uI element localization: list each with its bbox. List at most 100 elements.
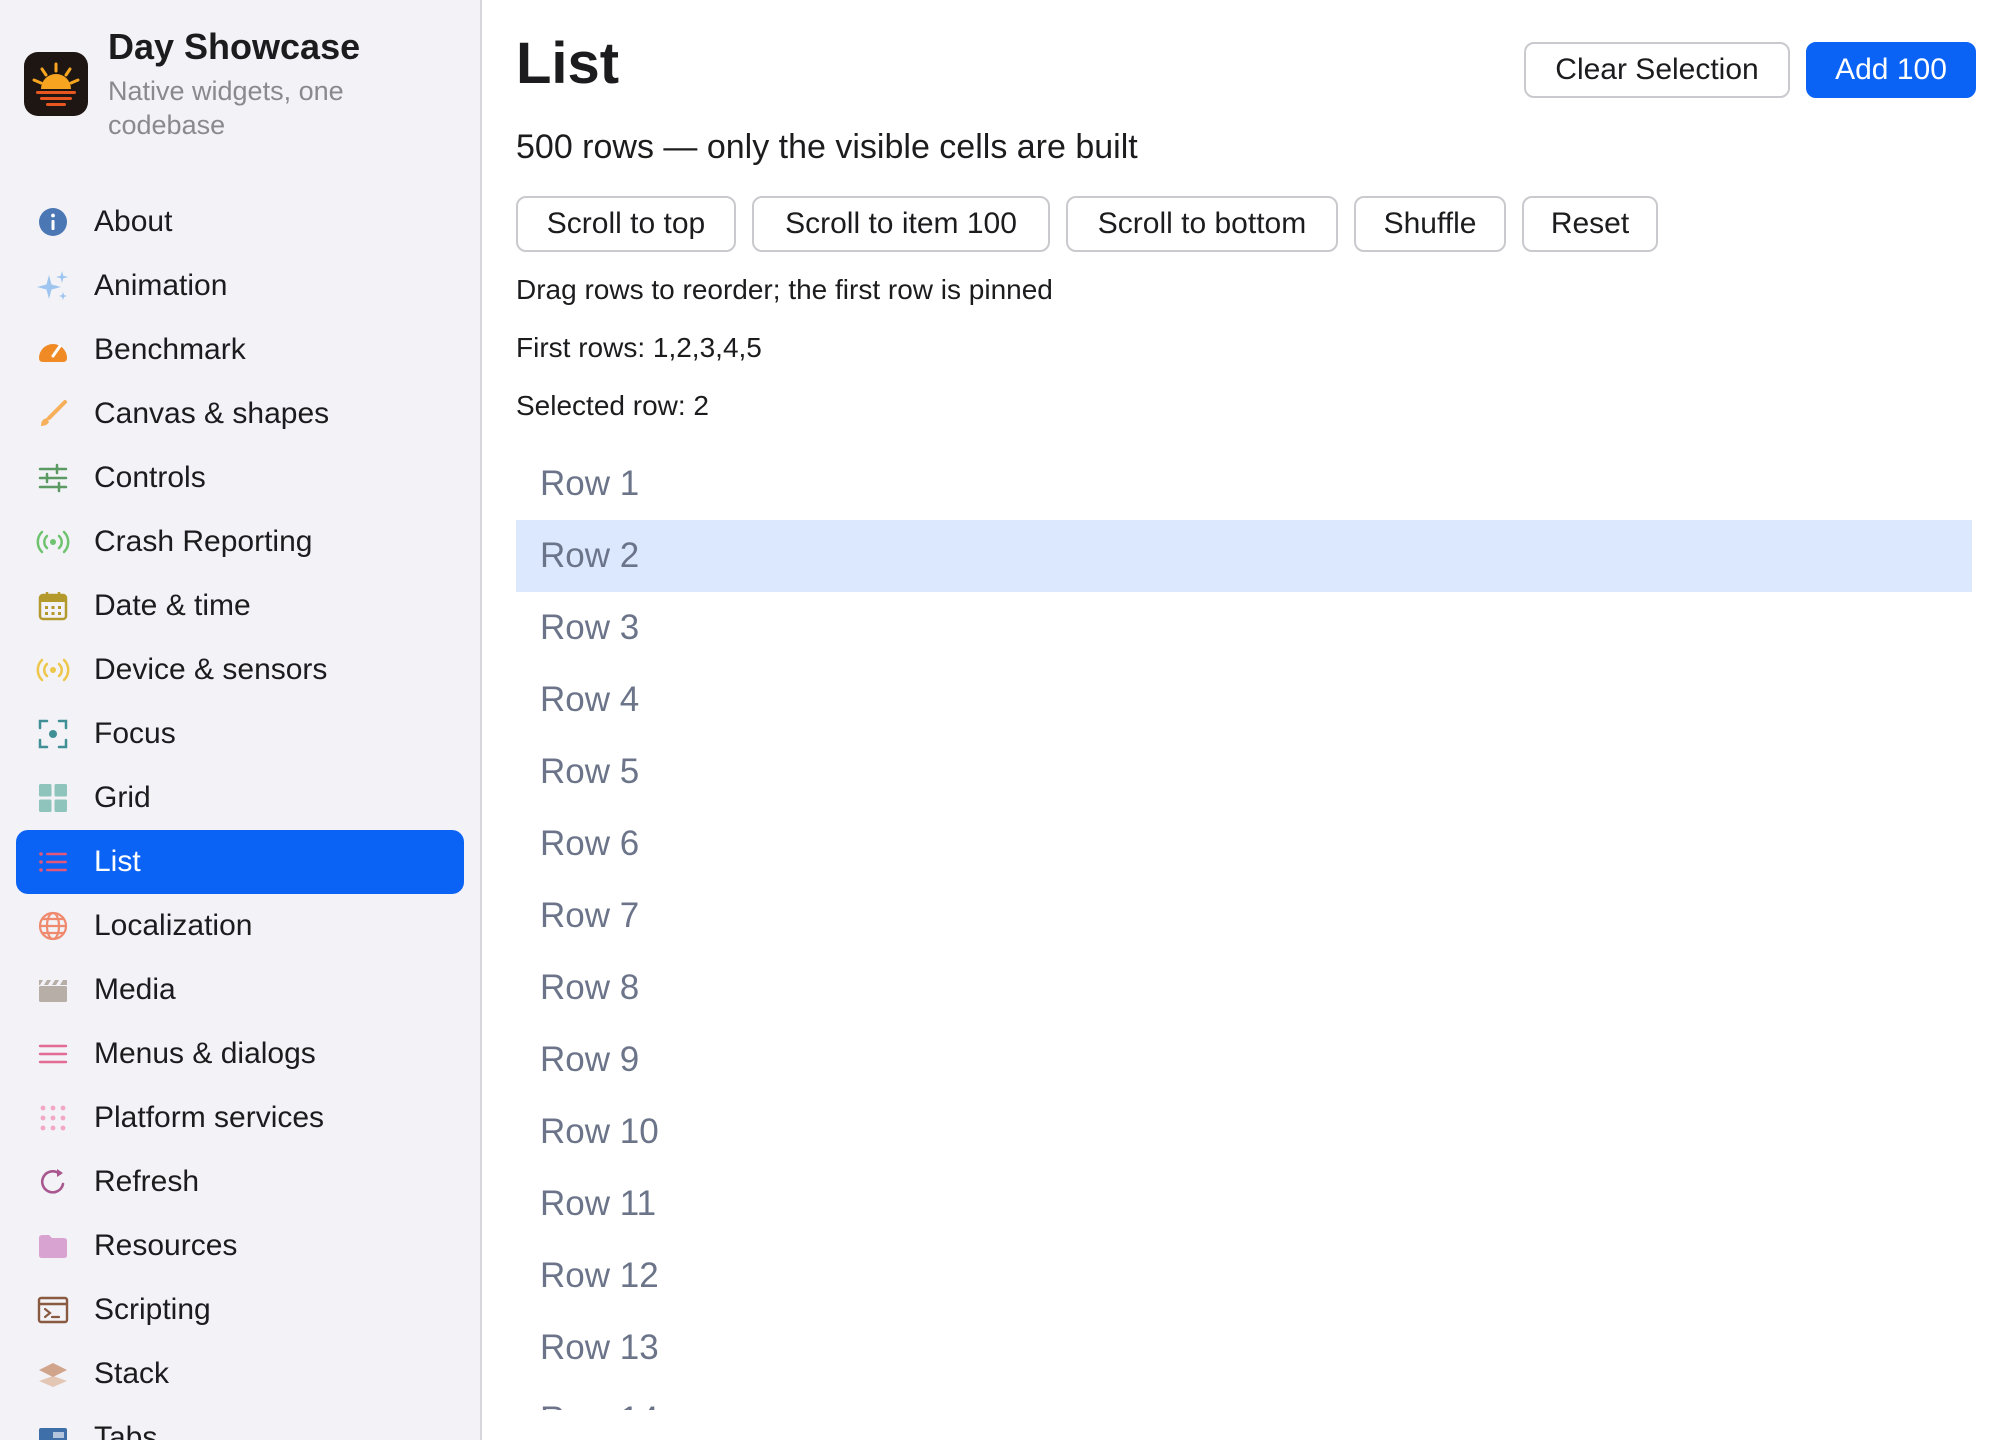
clapperboard-icon	[36, 973, 70, 1007]
sidebar-item-label: Benchmark	[94, 333, 246, 366]
sunrise-icon	[24, 52, 88, 116]
sidebar-item-crash-reporting[interactable]: Crash Reporting	[16, 510, 464, 574]
sidebar-item-label: Crash Reporting	[94, 525, 313, 558]
row-label: Row 1	[540, 464, 640, 503]
focus-icon	[36, 717, 70, 751]
sidebar-item-grid[interactable]: Grid	[16, 766, 464, 830]
sidebar-item-label: Refresh	[94, 1165, 200, 1198]
app-window: Day Showcase Native widgets, one codebas…	[0, 0, 2000, 1440]
sidebar-item-stack[interactable]: Stack	[16, 1342, 464, 1406]
list-row[interactable]: Row 14	[516, 1384, 1972, 1410]
row-label: Row 6	[540, 824, 640, 863]
scroll-to-top-button[interactable]: Scroll to top	[516, 196, 736, 252]
sidebar-item-label: Device & sensors	[94, 653, 328, 686]
list-icon	[36, 845, 70, 879]
reset-button[interactable]: Reset	[1522, 196, 1658, 252]
gauge-icon	[36, 333, 70, 367]
sidebar-item-platform-services[interactable]: Platform services	[16, 1086, 464, 1150]
sidebar-item-label: Resources	[94, 1229, 238, 1262]
tabs-icon	[36, 1421, 70, 1440]
sidebar-item-controls[interactable]: Controls	[16, 446, 464, 510]
sidebar-item-label: Tabs	[94, 1421, 158, 1440]
selected-row-status: Selected row: 2	[516, 390, 709, 421]
sidebar-item-label: Canvas & shapes	[94, 397, 330, 430]
sidebar-item-scripting[interactable]: Scripting	[16, 1278, 464, 1342]
reorder-hint: Drag rows to reorder; the first row is p…	[516, 274, 1053, 305]
sidebar-item-menus-dialogs[interactable]: Menus & dialogs	[16, 1022, 464, 1086]
list-row[interactable]: Row 13	[516, 1312, 1972, 1384]
list-row[interactable]: Row 9	[516, 1024, 1972, 1096]
sidebar-item-label: List	[94, 845, 141, 878]
sparkles-icon	[36, 269, 70, 303]
brand-header: Day Showcase Native widgets, one codebas…	[24, 26, 464, 156]
sliders-icon	[36, 461, 70, 495]
list-row[interactable]: Row 5	[516, 736, 1972, 808]
terminal-icon	[36, 1293, 70, 1327]
sidebar-item-label: Date & time	[94, 589, 251, 622]
sidebar-item-canvas-shapes[interactable]: Canvas & shapes	[16, 382, 464, 446]
sidebar-item-resources[interactable]: Resources	[16, 1214, 464, 1278]
calendar-icon	[36, 589, 70, 623]
sidebar-item-label: Grid	[94, 781, 151, 814]
sidebar-item-tabs[interactable]: Tabs	[16, 1406, 464, 1440]
sidebar-item-focus[interactable]: Focus	[16, 702, 464, 766]
scroll-to-item-100-button[interactable]: Scroll to item 100	[752, 196, 1050, 252]
list-row[interactable]: Row 4	[516, 664, 1972, 736]
sidebar-item-label: Localization	[94, 909, 253, 942]
list-row[interactable]: Row 3	[516, 592, 1972, 664]
list-row[interactable]: Row 8	[516, 952, 1972, 1024]
sidebar-item-label: Controls	[94, 461, 206, 494]
sidebar-item-date-time[interactable]: Date & time	[16, 574, 464, 638]
scroll-to-bottom-button[interactable]: Scroll to bottom	[1066, 196, 1338, 252]
list-row[interactable]: Row 7	[516, 880, 1972, 952]
sidebar-item-label: Menus & dialogs	[94, 1037, 316, 1070]
info-icon	[36, 205, 70, 239]
row-label: Row 14	[540, 1400, 659, 1410]
row-label: Row 8	[540, 968, 640, 1007]
sidebar-item-localization[interactable]: Localization	[16, 894, 464, 958]
list-row-selected[interactable]: Row 2	[516, 520, 1972, 592]
sidebar-item-label: Animation	[94, 269, 228, 302]
page-title: List	[516, 31, 620, 96]
row-label: Row 7	[540, 896, 640, 935]
list-description: 500 rows — only the visible cells are bu…	[516, 128, 1138, 166]
add-100-button[interactable]: Add 100	[1806, 42, 1976, 98]
app-title: Day Showcase	[108, 26, 361, 67]
sidebar-item-label: Stack	[94, 1357, 170, 1390]
globe-icon	[36, 909, 70, 943]
sidebar-item-refresh[interactable]: Refresh	[16, 1150, 464, 1214]
row-label: Row 10	[540, 1112, 659, 1151]
list-row[interactable]: Row 11	[516, 1168, 1972, 1240]
sidebar-item-benchmark[interactable]: Benchmark	[16, 318, 464, 382]
sidebar-item-label: About	[94, 205, 173, 238]
sidebar-item-list[interactable]: List	[16, 830, 464, 894]
app-subtitle: Native widgets, one codebase	[108, 76, 344, 140]
sidebar-nav: About Animation Benchmark Canvas & shape…	[16, 190, 464, 1440]
broadcast-icon	[36, 653, 70, 687]
row-label: Row 3	[540, 608, 640, 647]
row-label: Row 13	[540, 1328, 659, 1367]
sidebar: Day Showcase Native widgets, one codebas…	[0, 0, 482, 1440]
sidebar-item-device-sensors[interactable]: Device & sensors	[16, 638, 464, 702]
paintbrush-icon	[36, 397, 70, 431]
list-row[interactable]: Row 10	[516, 1096, 1972, 1168]
row-label: Row 11	[540, 1184, 657, 1223]
sidebar-item-about[interactable]: About	[16, 190, 464, 254]
row-label: Row 4	[540, 680, 640, 719]
row-list[interactable]: Row 1 Row 2 Row 3 Row 4 Row 5 Row 6 Row …	[516, 448, 1972, 1410]
main-content: List Clear Selection Add 100 500 rows — …	[484, 0, 2000, 1440]
shuffle-button[interactable]: Shuffle	[1354, 196, 1506, 252]
refresh-icon	[36, 1165, 70, 1199]
sidebar-item-label: Focus	[94, 717, 176, 750]
row-label: Row 2	[540, 536, 640, 575]
clear-selection-button[interactable]: Clear Selection	[1524, 42, 1790, 98]
sidebar-item-label: Media	[94, 973, 176, 1006]
list-row[interactable]: Row 1	[516, 448, 1972, 520]
list-row[interactable]: Row 6	[516, 808, 1972, 880]
list-row[interactable]: Row 12	[516, 1240, 1972, 1312]
sidebar-item-media[interactable]: Media	[16, 958, 464, 1022]
broadcast-icon	[36, 525, 70, 559]
sidebar-item-animation[interactable]: Animation	[16, 254, 464, 318]
sidebar-item-label: Platform services	[94, 1101, 325, 1134]
dots-grid-icon	[36, 1101, 70, 1135]
